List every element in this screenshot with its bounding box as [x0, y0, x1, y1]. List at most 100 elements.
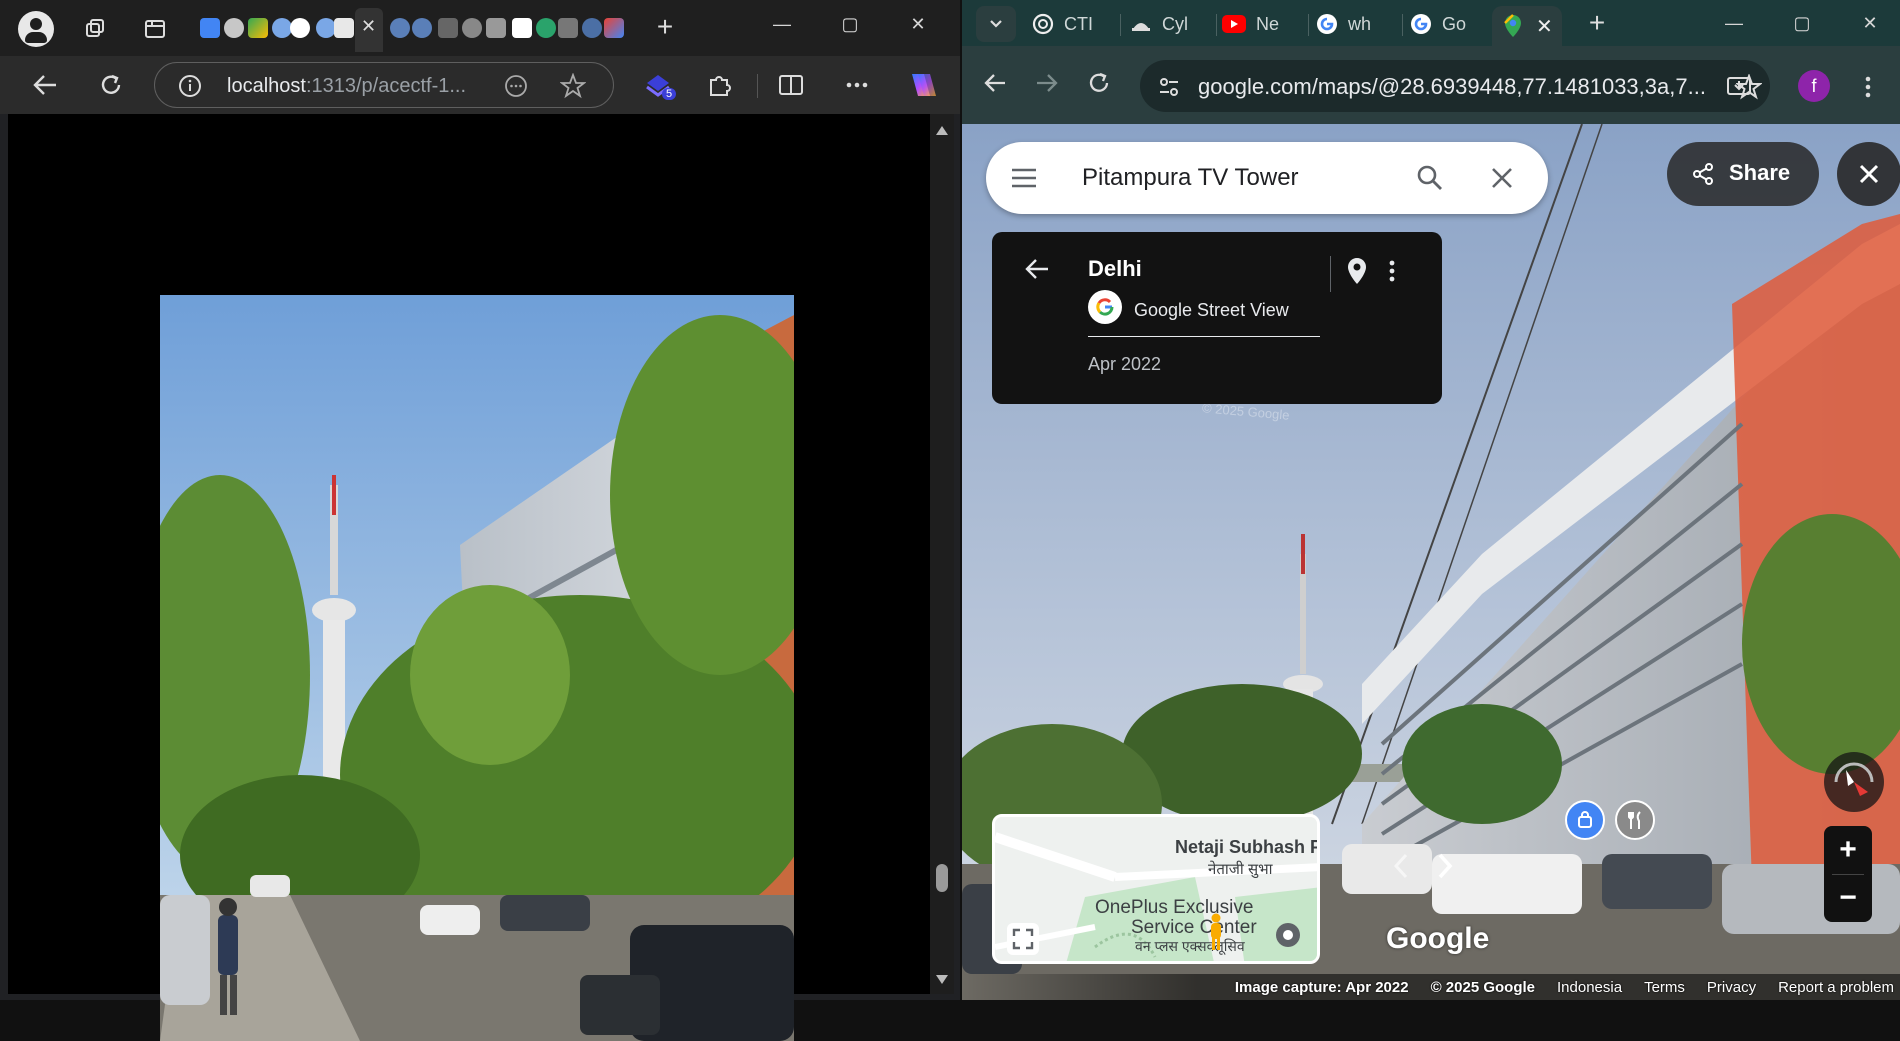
- maximize-button[interactable]: ▢: [1772, 0, 1832, 46]
- tab-favicon-gmail-icon[interactable]: [604, 18, 624, 38]
- hamburger-menu-icon[interactable]: [1010, 164, 1038, 192]
- address-bar[interactable]: localhost:1313/p/acectf-1...: [154, 62, 614, 108]
- more-menu-icon[interactable]: [840, 68, 874, 102]
- tab-favicon-translate-icon[interactable]: [200, 18, 220, 38]
- report-problem-link[interactable]: Report a problem: [1778, 979, 1894, 996]
- region-link[interactable]: Indonesia: [1557, 979, 1622, 996]
- tab-favicon-search-icon[interactable]: [272, 18, 292, 38]
- minimize-button[interactable]: —: [1704, 0, 1764, 46]
- street-view-panorama[interactable]: © 2025 Google Pitampura TV Tower Delhi G: [962, 124, 1900, 1000]
- restaurant-poi-icon[interactable]: [1615, 800, 1655, 840]
- back-arrow-icon[interactable]: [28, 68, 62, 102]
- url-text[interactable]: localhost:1313/p/acectf-1...: [227, 75, 466, 98]
- url-path: :1313/p/acectf-1...: [305, 75, 467, 97]
- maps-search-box[interactable]: Pitampura TV Tower: [986, 142, 1548, 214]
- address-bar[interactable]: google.com/maps/@28.6939448,77.1481033,3…: [1140, 60, 1770, 112]
- tab-search-chevron-down-icon[interactable]: [976, 6, 1016, 42]
- scrollbar-thumb[interactable]: [936, 864, 948, 892]
- scroll-up-arrow-icon[interactable]: [936, 126, 948, 135]
- profile-avatar[interactable]: f: [1798, 70, 1830, 102]
- zoom-out-button[interactable]: −: [1824, 874, 1872, 922]
- mini-map[interactable]: Netaji Subhash P नेताजी सुभा OnePlus Exc…: [992, 814, 1320, 964]
- tab-favicon-search-icon[interactable]: [582, 18, 602, 38]
- active-tab[interactable]: ✕: [355, 8, 383, 52]
- maximize-button[interactable]: ▢: [820, 0, 880, 48]
- extensions-puzzle-icon[interactable]: [702, 68, 736, 102]
- tab-favicon-openai-icon[interactable]: [290, 18, 310, 38]
- location-pin-icon[interactable]: [1342, 254, 1372, 288]
- tab-favicon-terminal-icon[interactable]: [438, 18, 458, 38]
- tab-favicon-generic-icon[interactable]: [486, 18, 506, 38]
- tab-favicon-generic-icon[interactable]: [536, 18, 556, 38]
- minimize-button[interactable]: —: [752, 0, 812, 48]
- tab-favicon-extension-icon[interactable]: [224, 18, 244, 38]
- tab-favicon-github-icon[interactable]: [462, 18, 482, 38]
- shopping-bag-poi-icon[interactable]: [1565, 800, 1605, 840]
- compass-icon[interactable]: [1824, 752, 1884, 812]
- location-title: Delhi: [1088, 256, 1142, 281]
- favorite-star-icon[interactable]: [559, 72, 587, 100]
- tab-close-icon[interactable]: ✕: [1536, 14, 1553, 39]
- tab-google-go[interactable]: Go: [1410, 6, 1466, 42]
- url-text[interactable]: google.com/maps/@28.6939448,77.1481033,3…: [1198, 74, 1706, 100]
- refresh-icon[interactable]: [1082, 66, 1116, 100]
- copilot-icon[interactable]: [902, 66, 940, 104]
- tab-google-wh[interactable]: wh: [1316, 6, 1371, 42]
- workspaces-icon[interactable]: [80, 14, 110, 44]
- image-capture-date: Image capture: Apr 2022: [1234, 978, 1409, 996]
- more-options-circle-icon[interactable]: [503, 73, 529, 99]
- close-window-button[interactable]: ✕: [888, 0, 948, 48]
- close-window-button[interactable]: ✕: [1840, 0, 1900, 46]
- capture-date[interactable]: Apr 2022: [1088, 354, 1161, 375]
- tab-youtube[interactable]: Ne: [1222, 6, 1279, 42]
- tab-actions-icon[interactable]: [140, 14, 170, 44]
- tab-favicon-drive-icon[interactable]: [248, 18, 268, 38]
- new-tab-button[interactable]: +: [1582, 7, 1612, 38]
- forward-arrow-icon[interactable]: [1030, 66, 1064, 100]
- tab-favicon-hat-icon[interactable]: [334, 18, 354, 38]
- tab-cyl[interactable]: Cyl: [1130, 6, 1188, 42]
- bookmark-star-icon[interactable]: [1732, 70, 1766, 104]
- more-vert-icon[interactable]: [1380, 254, 1404, 288]
- tab-google-maps-active[interactable]: ✕: [1492, 6, 1562, 46]
- tab-favicon-search-icon[interactable]: [412, 18, 432, 38]
- privacy-link[interactable]: Privacy: [1707, 979, 1756, 996]
- back-arrow-icon[interactable]: [1022, 254, 1052, 284]
- clear-search-close-icon[interactable]: [1486, 162, 1518, 194]
- nav-arrow-right-icon[interactable]: [1430, 846, 1460, 886]
- vertical-scrollbar[interactable]: [930, 114, 954, 994]
- close-street-view-button[interactable]: [1837, 142, 1900, 206]
- tab-close-icon[interactable]: ✕: [361, 16, 376, 37]
- imagery-source[interactable]: Google Street View: [1134, 300, 1289, 321]
- refresh-icon[interactable]: [94, 68, 128, 102]
- map-label: वन प्लस एक्सक्लूसिव: [1135, 938, 1245, 954]
- nav-arrow-left-icon[interactable]: [1386, 846, 1416, 886]
- tab-favicon-notion-icon[interactable]: [512, 18, 532, 38]
- chrome-menu-icon[interactable]: [1858, 70, 1878, 104]
- site-info-icon[interactable]: [177, 73, 203, 99]
- extension-icon[interactable]: 5: [640, 68, 677, 104]
- search-input[interactable]: Pitampura TV Tower: [1082, 164, 1299, 192]
- fullscreen-expand-icon[interactable]: [1007, 923, 1039, 955]
- pegman-icon[interactable]: [1209, 913, 1221, 950]
- left-tab-strip: ✕ + — ▢ ✕: [0, 0, 960, 56]
- site-settings-icon[interactable]: [1156, 74, 1182, 100]
- share-button[interactable]: Share: [1667, 142, 1819, 206]
- new-tab-button[interactable]: +: [650, 11, 680, 42]
- split-screen-icon[interactable]: [774, 68, 808, 102]
- search-icon[interactable]: [1414, 162, 1446, 194]
- tab-label: Cyl: [1162, 13, 1188, 34]
- back-arrow-icon[interactable]: [978, 66, 1012, 100]
- tab-favicon-doc-icon[interactable]: [558, 18, 578, 38]
- tab-favicon-search-icon[interactable]: [390, 18, 410, 38]
- scroll-down-arrow-icon[interactable]: [936, 975, 948, 984]
- tab-label: Go: [1442, 13, 1467, 34]
- tab-favicon-search-icon[interactable]: [316, 18, 336, 38]
- tab-cti[interactable]: CTI: [1032, 6, 1093, 42]
- google-g-icon: [1088, 290, 1122, 324]
- zoom-in-button[interactable]: +: [1824, 826, 1872, 874]
- profile-avatar-icon[interactable]: [18, 11, 54, 47]
- hat-icon: [1132, 23, 1150, 31]
- terms-link[interactable]: Terms: [1644, 979, 1685, 996]
- info-divider: [1088, 336, 1320, 337]
